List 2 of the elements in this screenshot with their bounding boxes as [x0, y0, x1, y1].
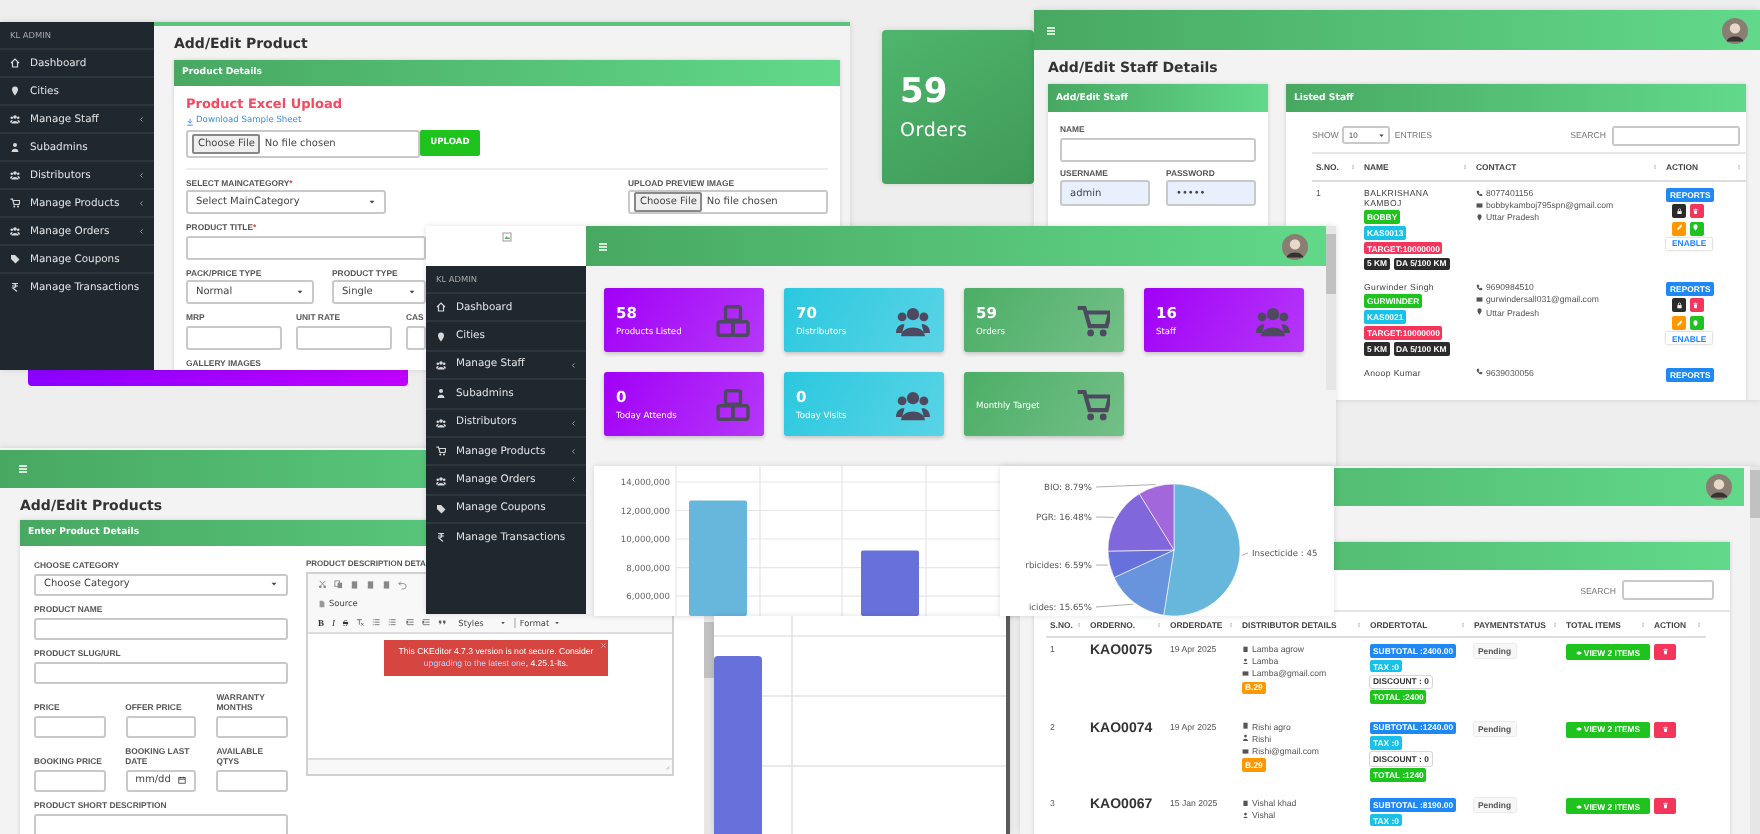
stat-label: Orders	[900, 120, 970, 142]
stat-value: 59	[900, 72, 950, 112]
